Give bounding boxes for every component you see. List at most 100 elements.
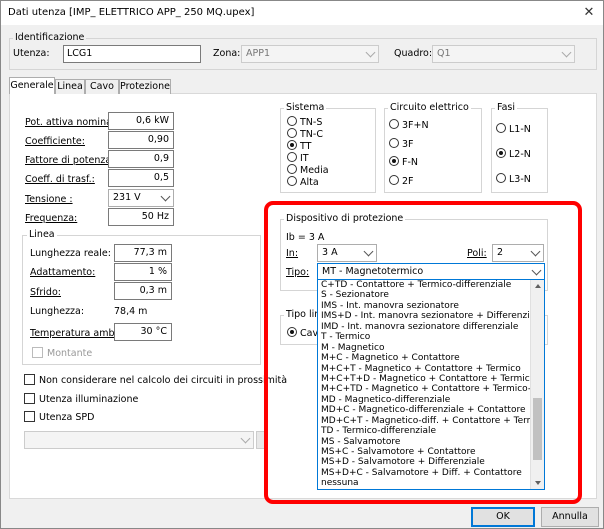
- radio-f-n[interactable]: F-N: [389, 156, 418, 168]
- radio-label: L2-N: [509, 149, 531, 160]
- lunghezza-label: Lunghezza:: [30, 306, 85, 317]
- circuito-label: Circuito elettrico: [388, 102, 471, 113]
- checkbox-box: [24, 374, 35, 385]
- spd-select[interactable]: [24, 431, 254, 449]
- illuminazione-checkbox[interactable]: Utenza illuminazione: [24, 393, 138, 405]
- highlight-box: [264, 201, 582, 504]
- radio-circle: [496, 173, 506, 183]
- radio-circle: [287, 164, 297, 174]
- tab-linea[interactable]: Linea: [55, 79, 85, 94]
- prossimita-label: Non considerare nel calcolo dei circuiti…: [39, 375, 288, 386]
- radio-label: IT: [300, 153, 309, 164]
- radio-circle: [287, 128, 297, 138]
- ok-button[interactable]: OK: [471, 507, 535, 527]
- radio-circle: [389, 156, 399, 166]
- fattore-potenza-input[interactable]: 0,9: [108, 150, 174, 168]
- identificazione-label: Identificazione: [13, 32, 87, 43]
- radio-circle: [287, 152, 297, 162]
- radio-label: 3F+N: [402, 120, 429, 131]
- radio-tn-c[interactable]: TN-C: [287, 128, 323, 140]
- sfrido-input[interactable]: 0,3 m: [114, 282, 172, 300]
- radio-l2-n[interactable]: L2-N: [496, 148, 531, 160]
- radio-label: Alta: [300, 177, 319, 188]
- montante-label: Montante: [47, 348, 93, 359]
- chevron-down-icon: [365, 47, 376, 58]
- tab-generale[interactable]: Generale: [9, 77, 55, 94]
- zona-label: Zona:: [213, 48, 241, 59]
- spd-checkbox[interactable]: Utenza SPD: [24, 411, 94, 423]
- spd-label: Utenza SPD: [39, 412, 95, 423]
- sistema-label: Sistema: [284, 102, 327, 113]
- temperatura-input[interactable]: 30 °C: [114, 323, 172, 341]
- quadro-select[interactable]: Q1: [432, 45, 575, 63]
- radio-circle: [287, 140, 297, 150]
- radio-circle: [287, 116, 297, 126]
- radio-label: 2F: [402, 176, 414, 187]
- radio-label: Media: [300, 165, 329, 176]
- radio-3f[interactable]: 3F: [389, 138, 414, 150]
- fasi-label: Fasi: [495, 102, 518, 113]
- radio-media[interactable]: Media: [287, 164, 329, 176]
- radio-l3-n[interactable]: L3-N: [496, 173, 531, 185]
- lunghezza-value: 78,4 m: [114, 306, 148, 317]
- dialog-window: Dati utenza [IMP_ ELETTRICO APP_ 250 MQ.…: [0, 0, 604, 529]
- adattamento-label: Adattamento:: [30, 267, 96, 278]
- radio-label: TT: [300, 141, 312, 152]
- frequenza-input[interactable]: 50 Hz: [108, 208, 174, 226]
- radio-circle: [287, 176, 297, 186]
- illuminazione-label: Utenza illuminazione: [39, 394, 139, 405]
- utenza-input[interactable]: LCG1: [63, 45, 201, 63]
- zona-value: APP1: [246, 48, 271, 59]
- temperatura-label: Temperatura amb.: [30, 328, 118, 339]
- tab-cavo[interactable]: Cavo: [85, 79, 119, 94]
- radio-2f[interactable]: 2F: [389, 175, 414, 187]
- sfrido-label: Sfrido:: [30, 287, 61, 298]
- coefficiente-input[interactable]: 0,90: [108, 131, 174, 149]
- quadro-value: Q1: [437, 48, 451, 59]
- radio-3f-n[interactable]: 3F+N: [389, 119, 429, 131]
- radio-label: F-N: [402, 157, 418, 168]
- radio-tn-s[interactable]: TN-S: [287, 116, 322, 128]
- radio-label: L1-N: [509, 124, 531, 135]
- coeff-trasf-label: Coeff. di trasf.:: [25, 174, 95, 185]
- close-icon[interactable]: ✕: [579, 3, 599, 23]
- coeff-trasf-input[interactable]: 0,5: [108, 169, 174, 187]
- linea-group-label: Linea: [27, 229, 57, 240]
- radio-alta[interactable]: Alta: [287, 176, 319, 188]
- radio-label: 3F: [402, 139, 414, 150]
- utenza-label: Utenza:: [13, 48, 50, 59]
- fattore-potenza-label: Fattore di potenza:: [25, 155, 115, 166]
- radio-label: L3-N: [509, 174, 531, 185]
- radio-circle: [496, 123, 506, 133]
- radio-tt[interactable]: TT: [287, 140, 311, 152]
- radio-circle: [389, 175, 399, 185]
- title-bar: Dati utenza [IMP_ ELETTRICO APP_ 250 MQ.…: [1, 1, 603, 25]
- chevron-down-icon: [561, 47, 572, 58]
- montante-checkbox[interactable]: Montante: [32, 347, 92, 359]
- radio-label: TN-S: [300, 117, 323, 128]
- zona-select[interactable]: APP1: [241, 45, 379, 63]
- chevron-down-icon: [240, 433, 251, 444]
- tensione-value: 231 V: [113, 192, 141, 203]
- coefficiente-label: Coefficiente:: [25, 136, 85, 147]
- chevron-down-icon: [160, 191, 171, 202]
- quadro-label: Quadro:: [394, 48, 433, 59]
- annulla-button[interactable]: Annulla: [541, 507, 599, 527]
- lunghezza-reale-input[interactable]: 77,3 m: [114, 244, 172, 262]
- checkbox-box: [32, 347, 43, 358]
- prossimita-checkbox[interactable]: Non considerare nel calcolo dei circuiti…: [24, 374, 287, 386]
- radio-label: TN-C: [300, 129, 323, 140]
- pot-attiva-input[interactable]: 0,6 kW: [108, 112, 174, 130]
- radio-l1-n[interactable]: L1-N: [496, 123, 531, 135]
- radio-circle: [496, 148, 506, 158]
- lunghezza-reale-label: Lunghezza reale:: [30, 248, 111, 259]
- frequenza-label: Frequenza:: [25, 213, 78, 224]
- tab-protezione[interactable]: Protezione: [119, 79, 171, 94]
- tensione-select[interactable]: 231 V: [108, 189, 174, 207]
- checkbox-box: [24, 393, 35, 404]
- adattamento-input[interactable]: 1 %: [114, 263, 172, 281]
- radio-circle: [389, 138, 399, 148]
- radio-it[interactable]: IT: [287, 152, 309, 164]
- checkbox-box: [24, 411, 35, 422]
- window-title: Dati utenza [IMP_ ELETTRICO APP_ 250 MQ.…: [8, 7, 255, 18]
